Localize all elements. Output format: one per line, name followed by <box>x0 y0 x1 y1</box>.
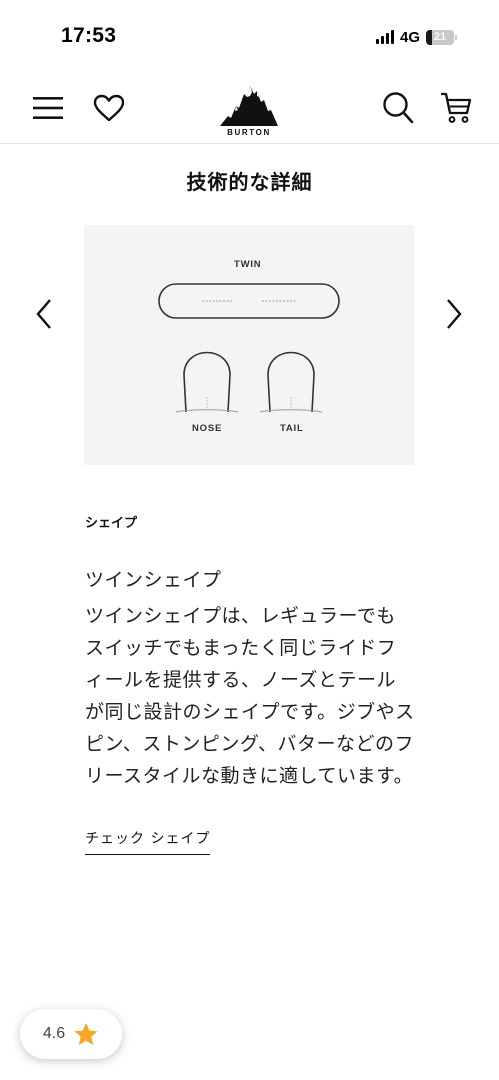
logo-text: BURTON <box>227 128 271 137</box>
menu-button[interactable] <box>30 90 66 126</box>
network-type: 4G <box>399 28 420 46</box>
cart-button[interactable] <box>437 89 475 127</box>
board-outline-icon <box>158 283 340 413</box>
check-shape-link[interactable]: チェック シェイプ <box>85 828 211 855</box>
heart-icon <box>93 94 125 122</box>
menu-icon <box>33 97 63 119</box>
battery-level: 21 <box>433 31 447 43</box>
section-title: 技術的な詳細 <box>186 170 313 194</box>
favorites-button[interactable] <box>90 90 128 126</box>
diagram-label-tail: TAIL <box>280 423 304 434</box>
rating-value: 4.6 <box>42 1025 66 1042</box>
battery-icon: 21 <box>426 29 457 45</box>
search-icon <box>383 92 414 124</box>
burton-logo[interactable]: BURTON <box>214 80 284 142</box>
app-header: BURTON <box>0 74 499 144</box>
spec-description: ツインシェイプは、レギュラーでもスイッチでもまったく同じライドフィールを提供する… <box>85 605 415 787</box>
diagram-label-nose: NOSE <box>192 423 223 434</box>
chevron-right-icon <box>447 299 462 329</box>
rating-badge[interactable]: 4.6 <box>20 1009 122 1059</box>
status-bar: 17:53 4G 21 <box>0 0 499 74</box>
status-time: 17:53 <box>61 24 117 47</box>
signal-icon <box>375 30 394 44</box>
status-indicators: 4G 21 <box>375 27 457 47</box>
carousel-next-button[interactable] <box>438 296 470 332</box>
spec-name: ツインシェイプ <box>85 569 222 591</box>
carousel-prev-button[interactable] <box>28 296 60 332</box>
chevron-left-icon <box>36 299 51 329</box>
spec-label: シェイプ <box>85 516 138 531</box>
cart-icon <box>441 92 472 123</box>
shape-diagram: TWIN NOSE TAIL <box>84 225 414 465</box>
search-button[interactable] <box>380 89 416 127</box>
mountain-logo-icon <box>220 86 278 126</box>
star-icon <box>74 1022 98 1045</box>
battery-fill <box>426 29 432 45</box>
